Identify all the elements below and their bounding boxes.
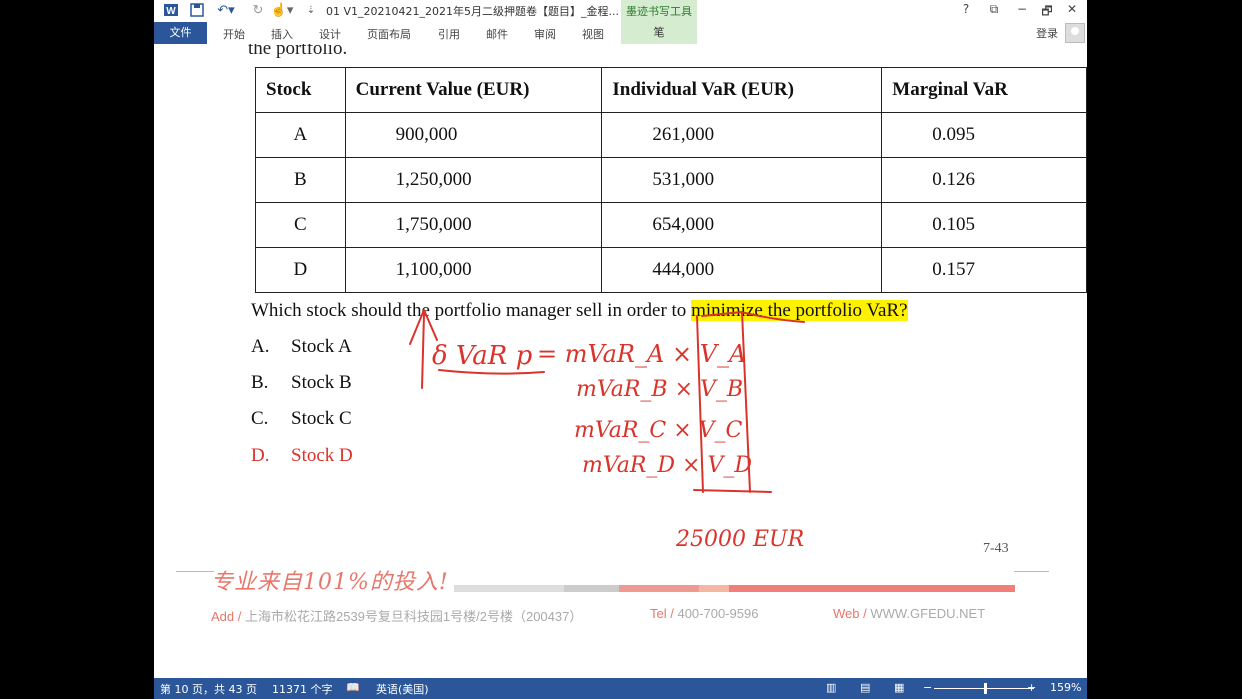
- svg-text:W: W: [166, 6, 176, 17]
- footer-address-text: 上海市松花江路2539号复旦科技园1号楼/2号楼（200437）: [244, 609, 583, 624]
- tab-insert[interactable]: 插入: [271, 26, 293, 42]
- minimize-button[interactable]: −: [1010, 2, 1034, 18]
- ink-line-b: mVaR_B × V_B: [576, 377, 743, 402]
- ink-line-d: mVaR_D × V_D: [582, 453, 752, 478]
- footer-tel-label: Tel /: [650, 606, 674, 621]
- document-title: 01 V1_20210421_2021年5月二级押题卷【题目】_金程...: [326, 5, 619, 18]
- footer-address-label: Add /: [211, 609, 242, 624]
- restore-button[interactable]: 🗗: [1035, 2, 1059, 18]
- touch-mode-icon[interactable]: ☝▾: [270, 2, 294, 18]
- footer-rule-right: [1014, 571, 1049, 572]
- footer-bar-light: [454, 585, 564, 592]
- footer-slogan: 专业来自101%的投入!: [211, 570, 449, 595]
- status-bar: 第 10 页，共 43 页 11371 个字 📖 英语(美国) ▥ ▤ ▦ − …: [154, 678, 1087, 699]
- footer-web-text: WWW.GFEDU.NET: [870, 606, 986, 621]
- footer-web-label: Web /: [833, 606, 867, 621]
- highlight-underline-ink: [740, 311, 805, 323]
- footer-address: Add / 上海市松花江路2539号复旦科技园1号楼/2号楼（200437）: [211, 606, 582, 625]
- tab-view[interactable]: 视图: [582, 26, 604, 42]
- zoom-level[interactable]: 159%: [1050, 681, 1081, 694]
- footer-bar-peach: [699, 585, 729, 592]
- footer-tel-text: 400-700-9596: [677, 606, 759, 621]
- redo-icon[interactable]: ↻: [250, 2, 266, 18]
- ink-lhs: δ VaR p: [432, 341, 533, 371]
- page-count-status[interactable]: 第 10 页，共 43 页: [160, 681, 257, 697]
- zoom-in-button[interactable]: +: [1027, 681, 1036, 694]
- customize-quick-access-icon[interactable]: ⇣: [304, 2, 318, 18]
- tab-design[interactable]: 设计: [319, 26, 341, 42]
- word-count-status[interactable]: 11371 个字: [272, 681, 333, 697]
- footer-rule-left: [176, 571, 214, 572]
- footer-tel: Tel / 400-700-9596: [650, 606, 758, 621]
- word-app-icon[interactable]: W: [162, 2, 180, 18]
- ink-amount: 25000 EUR: [675, 527, 804, 552]
- tab-home[interactable]: 开始: [223, 26, 245, 42]
- zoom-out-button[interactable]: −: [923, 681, 932, 694]
- title-bar: W ↶▾ ↻ ☝▾ ⇣ 01 V1_20210421_2021年5月二级押题卷【…: [154, 0, 1087, 44]
- document-page[interactable]: the portfolio. Stock Current Value (EUR)…: [154, 44, 1087, 678]
- read-mode-icon[interactable]: ▥: [826, 681, 836, 694]
- tab-review[interactable]: 审阅: [534, 26, 556, 42]
- close-button[interactable]: ✕: [1060, 2, 1084, 18]
- undo-icon[interactable]: ↶▾: [214, 2, 238, 18]
- footer-bar-pink: [619, 585, 699, 592]
- ribbon-tab-row: 文件 开始 插入 设计 页面布局 引用 邮件 审阅 视图 笔 登录: [154, 22, 1087, 44]
- proofing-icon[interactable]: 📖: [346, 681, 360, 694]
- language-status[interactable]: 英语(美国): [376, 681, 429, 697]
- sign-in-link[interactable]: 登录: [1036, 25, 1058, 41]
- help-button[interactable]: ?: [954, 2, 978, 18]
- ink-tools-title: 墨迹书写工具: [626, 5, 692, 18]
- user-avatar[interactable]: [1065, 23, 1085, 43]
- word-window: W ↶▾ ↻ ☝▾ ⇣ 01 V1_20210421_2021年5月二级押题卷【…: [154, 0, 1087, 699]
- tab-page-layout[interactable]: 页面布局: [367, 26, 411, 42]
- ribbon-display-options-button[interactable]: ⧉: [982, 2, 1006, 18]
- tab-references[interactable]: 引用: [438, 26, 460, 42]
- ink-line-c: mVaR_C × V_C: [574, 418, 743, 443]
- tab-pen[interactable]: 笔: [621, 22, 697, 44]
- footer-bar-red: [729, 585, 1015, 592]
- footer-web: Web / WWW.GFEDU.NET: [833, 606, 985, 621]
- web-layout-icon[interactable]: ▦: [894, 681, 904, 694]
- tab-mailings[interactable]: 邮件: [486, 26, 508, 42]
- ink-line-a: = mVaR_A × V_A: [537, 340, 746, 368]
- page-number: 7-43: [983, 541, 1009, 556]
- save-icon[interactable]: [188, 2, 206, 18]
- footer-bar-gray: [564, 585, 619, 592]
- print-layout-icon[interactable]: ▤: [860, 681, 870, 694]
- zoom-slider-thumb[interactable]: [984, 683, 987, 694]
- tab-file[interactable]: 文件: [154, 22, 207, 44]
